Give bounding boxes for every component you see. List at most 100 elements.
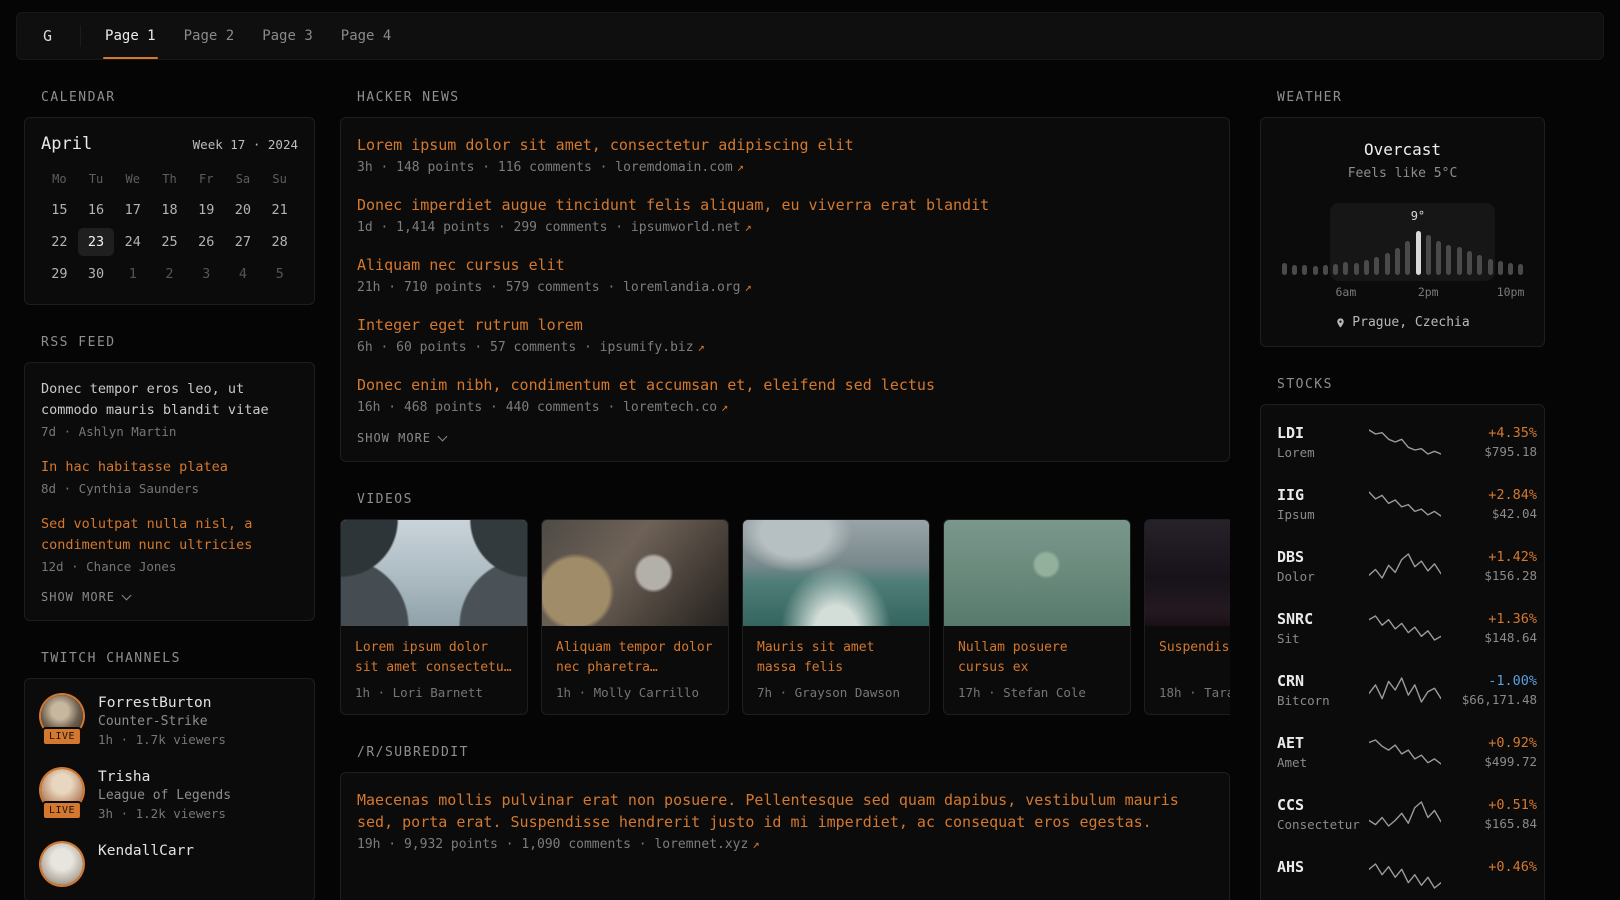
weather-time-label: 10pm [1497, 285, 1525, 299]
weather-condition: Overcast [1277, 140, 1528, 159]
hn-item-meta: 16h · 468 points · 440 comments · loremt… [357, 400, 1213, 415]
external-link-icon[interactable]: ↗ [737, 160, 744, 174]
show-more-label: SHOW MORE [357, 431, 431, 445]
stock-info: CRN Bitcorn [1277, 672, 1369, 708]
weather-bar [1313, 266, 1318, 275]
rss-item-title[interactable]: Sed volutpat nulla nisl, a condimentum n… [41, 514, 298, 556]
section-title-hackernews: HACKER NEWS [357, 90, 1230, 105]
weather-bar [1405, 241, 1410, 275]
hn-item-title[interactable]: Aliquam nec cursus elit [357, 254, 1213, 276]
twitch-channel[interactable]: LIVE ForrestBurton Counter-Strike 1h · 1… [41, 695, 298, 747]
section-title-calendar: CALENDAR [41, 90, 315, 105]
calendar-day: 18 [151, 196, 188, 224]
left-column: CALENDAR April Week 17 · 2024 MoTuWeThFr… [24, 90, 315, 900]
weather-location: Prague, Czechia [1352, 315, 1469, 330]
rss-item: Sed volutpat nulla nisl, a condimentum n… [41, 514, 298, 574]
section-title-twitch: TWITCH CHANNELS [41, 651, 315, 666]
subreddit-post-title[interactable]: Maecenas mollis pulvinar erat non posuer… [357, 789, 1213, 833]
tab-page-4[interactable]: Page 4 [327, 13, 406, 59]
external-link-icon[interactable]: ↗ [721, 400, 728, 414]
hn-meta-text: 21h · 710 points · 579 comments · loreml… [357, 280, 741, 295]
twitch-channel[interactable]: KendallCarr [41, 843, 298, 885]
tab-page-1[interactable]: Page 1 [91, 13, 170, 59]
video-card[interactable]: Lorem ipsum dolor sit amet consectetu… 1… [340, 519, 528, 715]
twitch-channel[interactable]: LIVE Trisha League of Legends 3h · 1.2k … [41, 769, 298, 821]
video-card-body: Lorem ipsum dolor sit amet consectetu… 1… [341, 626, 527, 714]
weather-bar-column [1433, 241, 1443, 275]
calendar-day: 19 [188, 196, 225, 224]
calendar-dow-label: Sa [225, 166, 262, 192]
calendar-day: 24 [114, 228, 151, 256]
show-more-button[interactable]: SHOW MORE [357, 431, 1213, 445]
weather-bar-column [1485, 259, 1495, 275]
stock-row[interactable]: AET Amet +0.92% $499.72 [1277, 721, 1528, 783]
video-thumbnail[interactable] [944, 520, 1130, 626]
hn-item-title[interactable]: Donec imperdiet augue tincidunt felis al… [357, 194, 1213, 216]
weather-bar [1498, 261, 1503, 275]
video-title[interactable]: Aliquam tempor dolor nec pharetra… [556, 638, 714, 678]
hackernews-panel: Lorem ipsum dolor sit amet, consectetur … [340, 117, 1230, 462]
external-link-icon[interactable]: ↗ [745, 280, 752, 294]
weather-panel: Overcast Feels like 5°C 9° 6am2pm10pm Pr… [1260, 117, 1545, 347]
stock-ticker: DBS [1277, 548, 1369, 566]
external-link-icon[interactable]: ↗ [698, 340, 705, 354]
weather-bar-column [1320, 265, 1330, 275]
external-link-icon[interactable]: ↗ [752, 837, 759, 851]
rss-item-title[interactable]: Donec tempor eros leo, ut commodo mauris… [41, 379, 298, 421]
video-title[interactable]: Lorem ipsum dolor sit amet consectetu… [355, 638, 513, 678]
tab-page-2[interactable]: Page 2 [170, 13, 249, 59]
weather-bar [1436, 241, 1441, 275]
rss-item-title[interactable]: In hac habitasse platea [41, 457, 298, 478]
video-card[interactable]: Mauris sit amet massa felis 7h · Grayson… [742, 519, 930, 715]
external-link-icon[interactable]: ↗ [745, 220, 752, 234]
video-card[interactable]: Aliquam tempor dolor nec pharetra… 1h · … [541, 519, 729, 715]
app-logo[interactable]: G [25, 13, 76, 59]
rss-item: In hac habitasse platea 8d · Cynthia Sau… [41, 457, 298, 496]
stock-row[interactable]: LDI Lorem +4.35% $795.18 [1277, 411, 1528, 473]
video-title[interactable]: Nullam posuere cursus ex [958, 638, 1116, 678]
hn-item-title[interactable]: Lorem ipsum dolor sit amet, consectetur … [357, 134, 1213, 156]
stock-sparkline [1369, 551, 1441, 581]
stock-name: Sit [1277, 631, 1369, 646]
video-card[interactable]: Suspendisse diam 18h · Tara [1144, 519, 1230, 715]
calendar-grid: MoTuWeThFrSaSu15161718192021222324252627… [41, 166, 298, 288]
video-thumbnail[interactable] [341, 520, 527, 626]
dashboard-columns: CALENDAR April Week 17 · 2024 MoTuWeThFr… [0, 90, 1620, 900]
twitch-meta: 3h · 1.2k viewers [98, 806, 231, 821]
hn-item: Integer eget rutrum lorem 6h · 60 points… [357, 314, 1213, 355]
stock-row[interactable]: AHS +0.46% [1277, 845, 1528, 900]
weather-bar [1374, 257, 1379, 275]
subreddit-panel: Maecenas mollis pulvinar erat non posuer… [340, 772, 1230, 900]
weather-bar-column [1310, 266, 1320, 275]
page-tabs: Page 1 Page 2 Page 3 Page 4 [91, 13, 405, 59]
video-card[interactable]: Nullam posuere cursus ex 17h · Stefan Co… [943, 519, 1131, 715]
stock-sparkline [1369, 737, 1441, 767]
stock-numbers: +1.42% $156.28 [1441, 549, 1537, 583]
stock-name [1277, 879, 1369, 894]
stock-row[interactable]: DBS Dolor +1.42% $156.28 [1277, 535, 1528, 597]
video-thumbnail[interactable] [542, 520, 728, 626]
weather-bar-column [1413, 231, 1423, 275]
video-thumbnail[interactable] [1145, 520, 1230, 626]
stock-sparkline [1369, 427, 1441, 457]
video-title[interactable]: Mauris sit amet massa felis [757, 638, 915, 678]
hn-item-title[interactable]: Integer eget rutrum lorem [357, 314, 1213, 336]
stock-info: LDI Lorem [1277, 424, 1369, 460]
video-thumbnail[interactable] [743, 520, 929, 626]
stock-row[interactable]: CRN Bitcorn -1.00% $66,171.48 [1277, 659, 1528, 721]
stock-change: -1.00% [1441, 673, 1537, 689]
subreddit-meta-text: 19h · 9,932 points · 1,090 comments · lo… [357, 837, 748, 852]
hn-item-title[interactable]: Donec enim nibh, condimentum et accumsan… [357, 374, 1213, 396]
stock-row[interactable]: SNRC Sit +1.36% $148.64 [1277, 597, 1528, 659]
tab-page-3[interactable]: Page 3 [248, 13, 327, 59]
stock-row[interactable]: IIG Ipsum +2.84% $42.04 [1277, 473, 1528, 535]
show-more-button[interactable]: SHOW MORE [41, 590, 298, 604]
stock-row[interactable]: CCS Consectetur +0.51% $165.84 [1277, 783, 1528, 845]
calendar-day: 26 [188, 228, 225, 256]
live-badge: LIVE [42, 801, 82, 820]
video-title[interactable]: Suspendisse diam [1159, 638, 1230, 678]
calendar-day: 3 [188, 260, 225, 288]
calendar-week-label: Week 17 · 2024 [193, 137, 298, 152]
stock-ticker: SNRC [1277, 610, 1369, 628]
stock-name: Consectetur [1277, 817, 1369, 832]
